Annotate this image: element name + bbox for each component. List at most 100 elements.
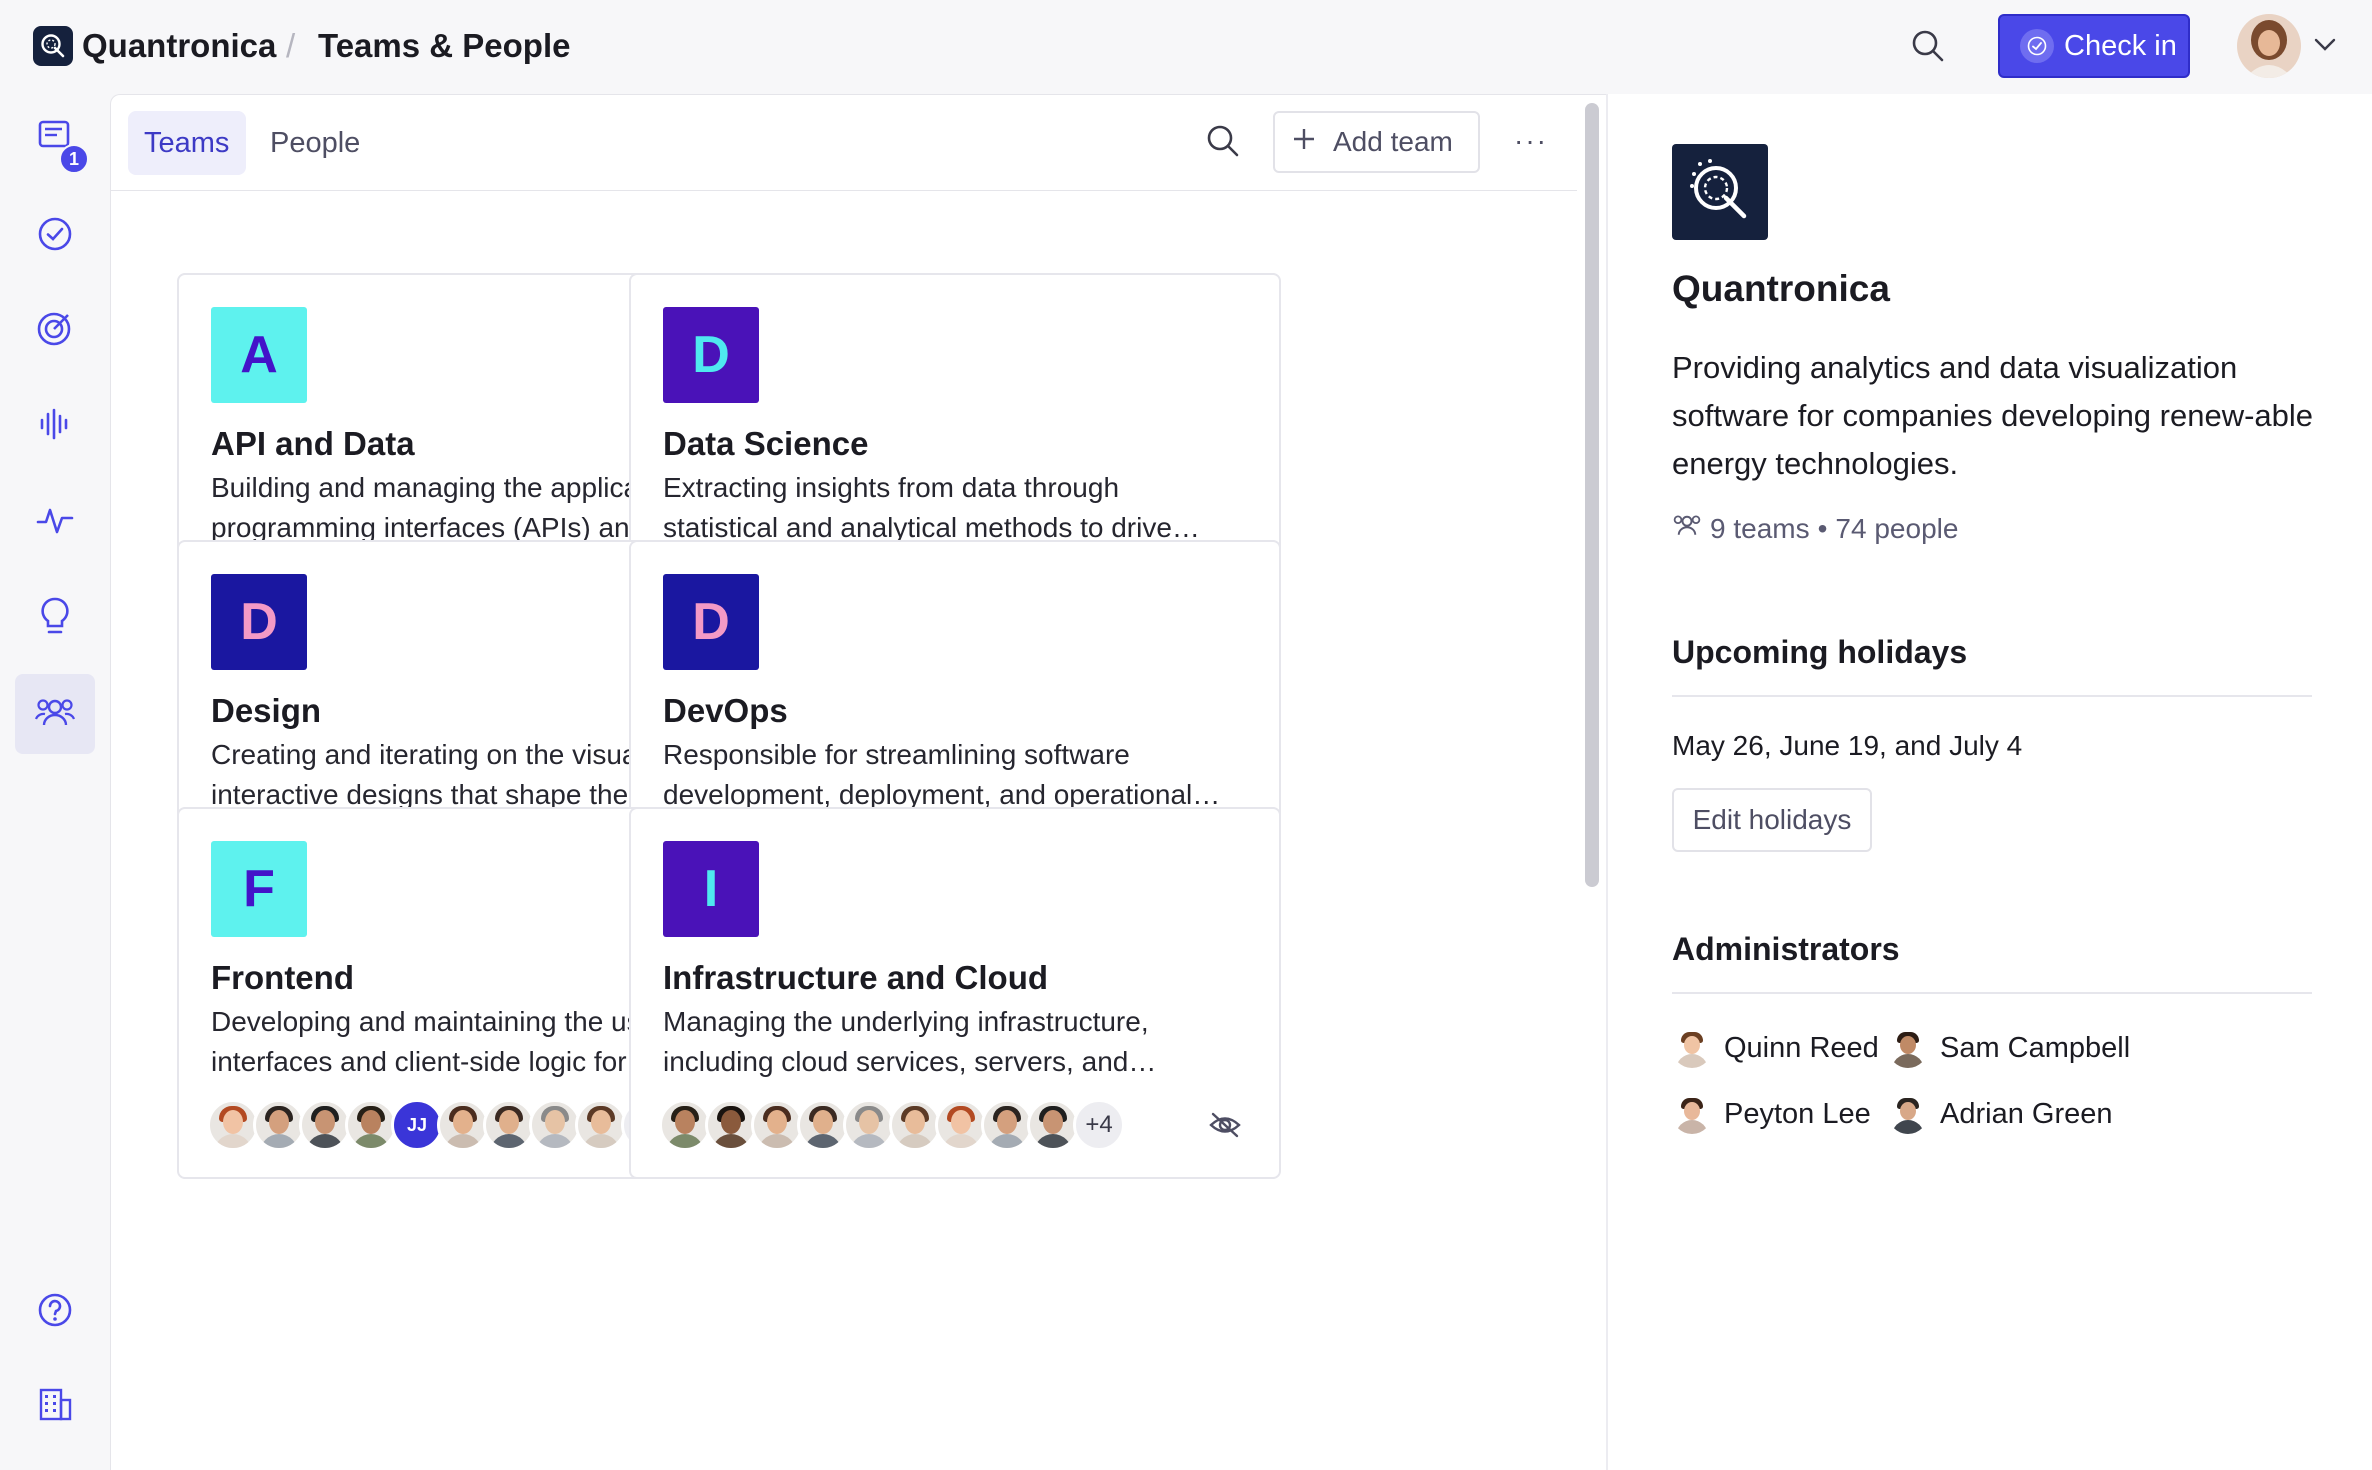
breadcrumb-separator: / xyxy=(286,27,296,64)
divider xyxy=(1672,695,2312,697)
eye-off-icon[interactable] xyxy=(1205,1107,1245,1143)
member-initials-avatar[interactable]: JJ xyxy=(391,1099,443,1151)
plus-icon xyxy=(1291,126,1317,159)
avatar xyxy=(1888,1094,1928,1134)
people-icon xyxy=(1672,512,1702,545)
admin-name: Adrian Green xyxy=(1940,1097,2113,1130)
member-avatar[interactable] xyxy=(659,1099,711,1151)
member-avatar[interactable] xyxy=(299,1099,351,1151)
nav-activity[interactable] xyxy=(15,482,95,562)
top-bar: Quantronica / Teams & People Check in xyxy=(0,0,2372,94)
team-name: Design xyxy=(211,692,322,729)
check-icon xyxy=(2020,29,2054,63)
scrollbar[interactable] xyxy=(1585,103,1599,887)
left-nav-rail: 1 xyxy=(0,94,110,1470)
inbox-badge: 1 xyxy=(59,144,89,174)
member-avatar[interactable] xyxy=(529,1099,581,1151)
member-avatar[interactable] xyxy=(705,1099,757,1151)
team-name: API and Data xyxy=(211,425,415,462)
team-description: Responsible for streamlining software de… xyxy=(663,739,1221,810)
brand-logo-icon[interactable] xyxy=(33,26,73,66)
team-description: Extracting insights from data through st… xyxy=(663,472,1200,543)
nav-tasks[interactable] xyxy=(15,196,95,276)
check-circle-icon xyxy=(37,216,73,257)
nav-organization[interactable] xyxy=(15,1366,95,1446)
pulse-icon xyxy=(36,502,74,543)
member-avatar[interactable] xyxy=(935,1099,987,1151)
avatar xyxy=(1672,1028,1712,1068)
team-name: Data Science xyxy=(663,425,869,462)
team-icon-tile: D xyxy=(663,574,759,670)
target-icon xyxy=(36,309,74,352)
member-avatar[interactable] xyxy=(483,1099,535,1151)
organization-description: Providing analytics and data visualizati… xyxy=(1672,350,2314,481)
search-icon[interactable] xyxy=(1197,115,1249,167)
edit-holidays-button[interactable]: Edit holidays xyxy=(1672,788,1872,852)
stats-separator: • xyxy=(1817,512,1828,544)
admin-name: Sam Campbell xyxy=(1940,1031,2131,1064)
member-avatar[interactable] xyxy=(345,1099,397,1151)
member-avatar[interactable] xyxy=(575,1099,627,1151)
holidays-list: May 26, June 19, and July 4 xyxy=(1672,730,2023,761)
team-name: DevOps xyxy=(663,692,788,729)
admin-name: Peyton Lee xyxy=(1724,1097,1871,1130)
check-in-button[interactable]: Check in xyxy=(1998,14,2190,78)
admin-adrian-green[interactable]: Adrian Green xyxy=(1888,1094,2113,1134)
lightbulb-icon xyxy=(38,596,72,641)
team-icon-tile: D xyxy=(663,307,759,403)
member-avatar[interactable] xyxy=(843,1099,895,1151)
add-team-button[interactable]: Add team xyxy=(1273,111,1480,173)
nav-ideas[interactable] xyxy=(15,578,95,658)
member-avatar[interactable] xyxy=(437,1099,489,1151)
member-avatar[interactable] xyxy=(981,1099,1033,1151)
admin-quinn-reed[interactable]: Quinn Reed xyxy=(1672,1028,1879,1068)
page-title: Teams & People xyxy=(318,27,571,64)
more-members-count[interactable]: +4 xyxy=(1073,1099,1125,1151)
team-description: Managing the underlying infrastructure, … xyxy=(663,1006,1157,1077)
more-options-icon[interactable]: ··· xyxy=(1505,115,1557,167)
admin-name: Quinn Reed xyxy=(1724,1031,1879,1064)
member-avatar[interactable] xyxy=(207,1099,259,1151)
member-avatar[interactable] xyxy=(889,1099,941,1151)
team-card[interactable]: I Infrastructure and Cloud Managing the un… xyxy=(629,807,1281,1179)
administrators-heading: Administrators xyxy=(1672,931,1900,967)
tab-teams[interactable]: Teams xyxy=(128,111,246,175)
people-count[interactable]: 74 people xyxy=(1835,513,1958,545)
nav-help[interactable] xyxy=(15,1272,95,1352)
building-icon xyxy=(37,1386,73,1427)
team-members: JJ+1 xyxy=(207,1099,673,1151)
team-icon-tile: A xyxy=(211,307,307,403)
user-avatar[interactable] xyxy=(2237,14,2301,78)
team-name: Infrastructure and Cloud xyxy=(663,959,1049,996)
audio-wave-icon xyxy=(37,406,73,447)
add-team-label: Add team xyxy=(1333,126,1453,157)
member-avatar[interactable] xyxy=(797,1099,849,1151)
member-avatar[interactable] xyxy=(253,1099,305,1151)
chevron-down-icon[interactable] xyxy=(2310,30,2340,60)
people-icon xyxy=(34,695,76,734)
search-icon[interactable] xyxy=(1908,26,1948,66)
admin-sam-campbell[interactable]: Sam Campbell xyxy=(1888,1028,2130,1068)
nav-teams-people[interactable] xyxy=(15,674,95,754)
check-in-label: Check in xyxy=(2064,29,2177,62)
member-avatar[interactable] xyxy=(751,1099,803,1151)
tab-people[interactable]: People xyxy=(254,111,376,175)
holidays-heading: Upcoming holidays xyxy=(1672,634,1968,670)
nav-updates[interactable] xyxy=(15,386,95,466)
team-icon-tile: I xyxy=(663,841,759,937)
divider xyxy=(1672,992,2312,994)
nav-goals[interactable] xyxy=(15,290,95,370)
admin-peyton-lee[interactable]: Peyton Lee xyxy=(1672,1094,1871,1134)
brand-name[interactable]: Quantronica xyxy=(82,26,276,66)
avatar xyxy=(1672,1094,1712,1134)
team-icon-tile: D xyxy=(211,574,307,670)
teams-count[interactable]: 9 teams xyxy=(1710,513,1810,545)
tabs-toolbar: Teams People Add team ··· xyxy=(111,95,1577,191)
organization-name: Quantronica xyxy=(1672,268,1890,309)
team-name: Frontend xyxy=(211,959,354,996)
teams-panel: Teams People Add team ··· A API and Data B… xyxy=(110,94,1606,1470)
nav-inbox[interactable]: 1 xyxy=(15,98,95,178)
help-icon xyxy=(37,1292,73,1333)
organization-panel: Quantronica Providing analytics and data… xyxy=(1606,94,2372,1470)
member-avatar[interactable] xyxy=(1027,1099,1079,1151)
